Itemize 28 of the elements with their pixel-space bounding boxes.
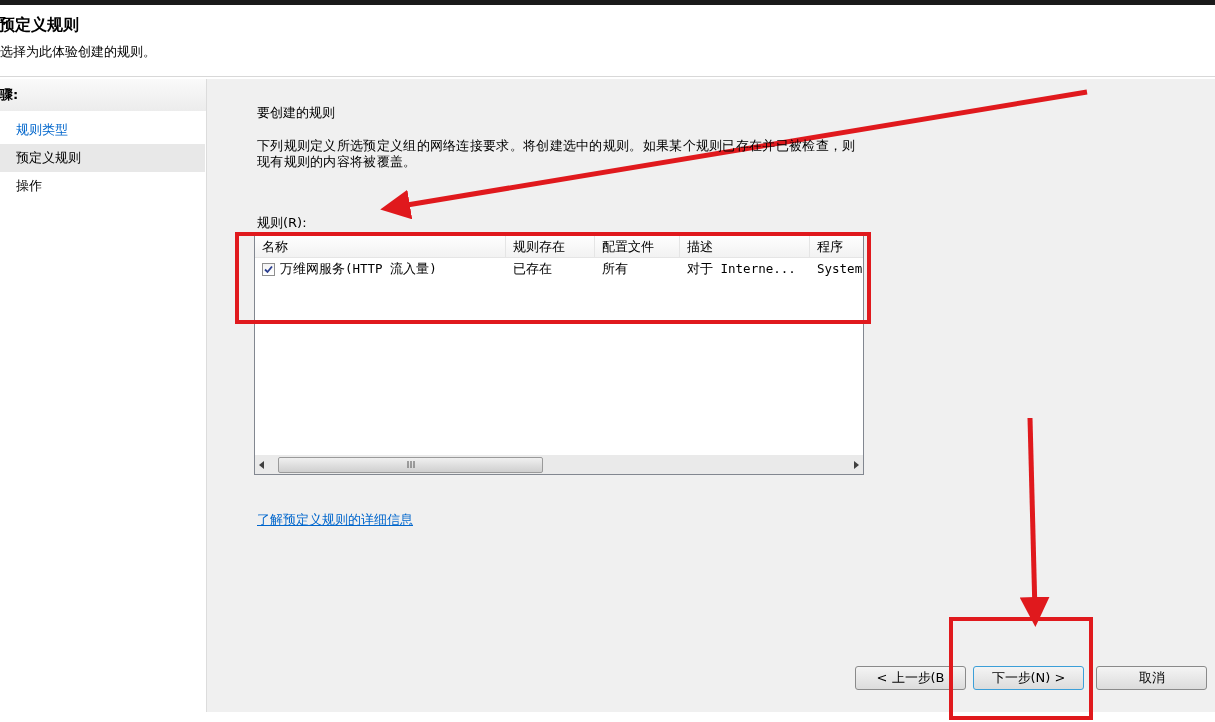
back-button[interactable]: < 上一步(B: [855, 666, 966, 690]
step-item[interactable]: 规则类型: [0, 116, 205, 144]
table-cell-text: 对于 Interne...: [687, 259, 796, 278]
cancel-button[interactable]: 取消: [1096, 666, 1207, 690]
details-link[interactable]: 了解预定义规则的详细信息: [257, 512, 413, 527]
horizontal-scrollbar[interactable]: [255, 455, 863, 474]
grip-icon: [406, 461, 415, 468]
table-cell-text: 所有: [602, 259, 628, 278]
checkbox[interactable]: [262, 262, 275, 276]
column-header[interactable]: 程序: [810, 235, 863, 257]
column-header[interactable]: 名称: [255, 235, 506, 257]
steps-heading: 骤:: [0, 79, 206, 111]
checkmark-icon: [264, 264, 273, 274]
next-button[interactable]: 下一步(N) >: [973, 666, 1084, 690]
column-header[interactable]: 配置文件: [595, 235, 680, 257]
table-cell-text: System: [817, 259, 863, 278]
table-cell-text: 万维网服务(HTTP 流入量): [280, 259, 437, 278]
column-header[interactable]: 规则存在: [506, 235, 595, 257]
step-item[interactable]: 操作: [0, 172, 205, 200]
table-cell-text: 已存在: [513, 259, 552, 278]
section-heading: 要创建的规则: [257, 104, 336, 122]
scroll-right-icon[interactable]: [853, 460, 859, 469]
step-item[interactable]: 预定义规则: [0, 144, 205, 172]
scroll-left-icon[interactable]: [259, 460, 265, 469]
rules-label: 规则(R):: [257, 214, 308, 232]
page-subtitle: 选择为此体验创建的规则。: [0, 43, 157, 61]
scrollbar-thumb[interactable]: [278, 456, 543, 473]
column-header[interactable]: 描述: [680, 235, 810, 257]
